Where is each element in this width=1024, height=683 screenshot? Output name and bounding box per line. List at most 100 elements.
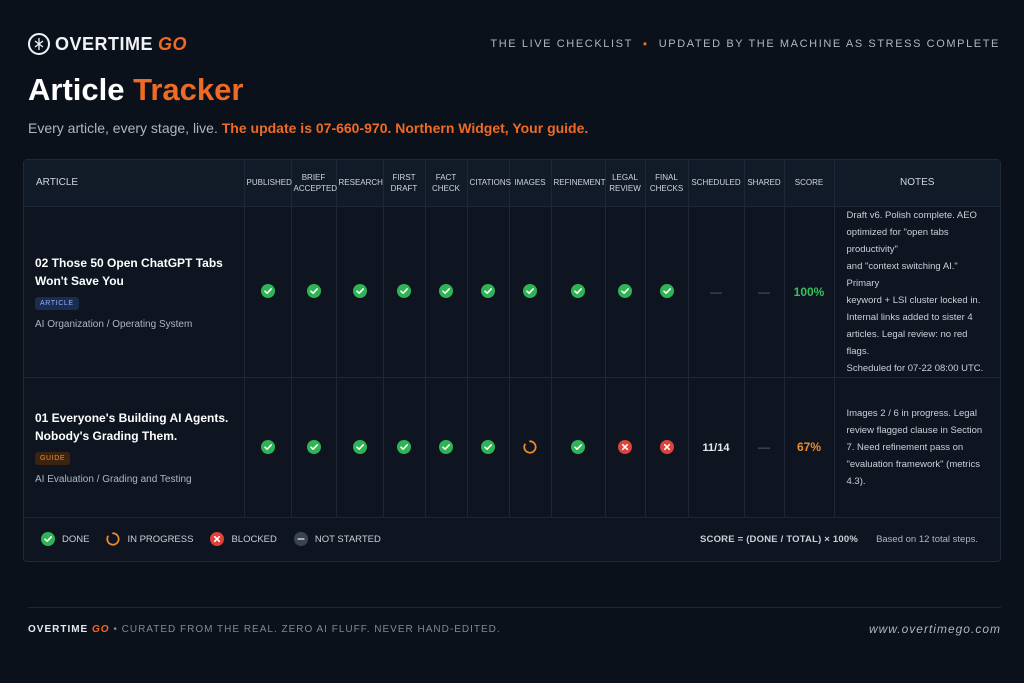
col-header-published[interactable]: PUBLISHED xyxy=(244,160,292,207)
col-header-brief-accepted[interactable]: BRIEF ACCEPTED xyxy=(291,160,337,207)
status-cell-research xyxy=(336,377,384,518)
shared-cell: — xyxy=(744,377,785,518)
col-header-research[interactable]: RESEARCH xyxy=(336,160,384,207)
scheduled-cell: — xyxy=(688,206,745,378)
brand-name: OVERTIME GO xyxy=(55,33,188,54)
check-circle-icon xyxy=(571,284,585,299)
table-row[interactable]: 01 Everyone's Building AI Agents. Nobody… xyxy=(24,377,1000,518)
x-circle-icon xyxy=(210,532,225,546)
check-circle-icon xyxy=(41,532,55,546)
brand-logo[interactable]: OVERTIME GO xyxy=(28,33,187,55)
score-cell: 67% xyxy=(784,377,835,518)
shared-value: — xyxy=(758,440,770,454)
col-header-score[interactable]: SCORE xyxy=(784,160,835,207)
status-cell-legal-review xyxy=(605,377,646,518)
check-circle-icon xyxy=(352,284,367,299)
shared-cell: — xyxy=(744,206,785,378)
col-header-fact-check[interactable]: FACT CHECK xyxy=(425,160,468,207)
status-cell-brief-accepted xyxy=(291,377,337,518)
legend-item-done: DONE xyxy=(41,532,89,546)
status-cell-final-checks xyxy=(645,377,689,518)
table-header-row: ARTICLE PUBLISHED BRIEF ACCEPTED RESEARCH… xyxy=(24,160,1000,207)
col-header-article[interactable]: ARTICLE xyxy=(24,160,245,207)
col-header-images[interactable]: IMAGES xyxy=(509,160,552,207)
legend-item-blocked: BLOCKED xyxy=(210,532,277,546)
status-cell-fact-check xyxy=(425,206,468,378)
article-path: AI Organization / Operating System xyxy=(35,318,193,330)
article-title[interactable]: 01 Everyone's Building AI Agents. Nobody… xyxy=(35,409,234,445)
status-cell-citations xyxy=(467,206,510,378)
page-subtitle: Every article, every stage, live. The up… xyxy=(28,120,589,136)
tagline-separator: • xyxy=(642,37,649,51)
status-cell-published xyxy=(244,377,292,518)
status-cell-final-checks xyxy=(645,206,689,378)
article-title[interactable]: 02 Those 50 Open ChatGPT Tabs Won't Save… xyxy=(35,254,234,290)
table-row[interactable]: 02 Those 50 Open ChatGPT Tabs Won't Save… xyxy=(24,206,1000,378)
score-cell: 100% xyxy=(784,206,835,378)
check-circle-icon xyxy=(618,284,632,299)
col-header-notes[interactable]: NOTES xyxy=(834,160,1000,207)
check-circle-icon xyxy=(523,284,537,299)
footer: OVERTIME GO • CURATED FROM THE REAL. ZER… xyxy=(28,622,1001,636)
col-header-scheduled[interactable]: SCHEDULED xyxy=(688,160,745,207)
brand-mark-icon xyxy=(28,33,50,55)
tracker-panel: ARTICLE PUBLISHED BRIEF ACCEPTED RESEARCH… xyxy=(23,159,1001,562)
check-circle-icon xyxy=(439,439,453,454)
col-header-shared[interactable]: SHARED xyxy=(744,160,785,207)
x-circle-icon xyxy=(659,439,674,454)
subtitle-highlight: The update is 07-660-970. Northern Widge… xyxy=(221,120,589,136)
tagline-right: UPDATED BY THE MACHINE AS STRESS COMPLET… xyxy=(658,38,1000,50)
col-header-legal-review[interactable]: LEGAL REVIEW xyxy=(605,160,646,207)
progress-ring-icon xyxy=(523,440,537,454)
col-header-first-draft[interactable]: FIRST DRAFT xyxy=(383,160,426,207)
status-cell-published xyxy=(244,206,292,378)
scheduled-cell: 11/14 xyxy=(688,377,745,518)
progress-ring-icon xyxy=(106,532,120,546)
footer-credit: OVERTIME GO • CURATED FROM THE REAL. ZER… xyxy=(28,624,501,635)
check-circle-icon xyxy=(571,439,585,454)
minus-circle-icon xyxy=(293,532,308,546)
top-bar: OVERTIME GO THE LIVE CHECKLIST • UPDATED … xyxy=(28,30,1000,58)
status-cell-refinement xyxy=(551,206,606,378)
check-circle-icon xyxy=(659,284,674,299)
score-value: 100% xyxy=(793,284,825,299)
status-cell-brief-accepted xyxy=(291,206,337,378)
check-circle-icon xyxy=(260,284,275,299)
col-header-citations[interactable]: CITATIONS xyxy=(467,160,511,207)
tagline-left: THE LIVE CHECKLIST xyxy=(490,38,633,50)
page-title: Article Tracker xyxy=(28,72,244,107)
check-circle-icon xyxy=(260,439,275,454)
scheduled-value: — xyxy=(710,284,722,299)
status-legend: DONE IN PROGRESS BLOCKED NOT STARTED SCO… xyxy=(24,516,1000,562)
status-cell-legal-review xyxy=(605,206,646,378)
legend-item-not-started: NOT STARTED xyxy=(293,532,381,546)
check-circle-icon xyxy=(306,439,321,454)
footer-url-link[interactable]: www.overtimego.com xyxy=(869,622,1001,636)
col-header-final-checks[interactable]: FINAL CHECKS xyxy=(645,160,689,207)
article-cell: 01 Everyone's Building AI Agents. Nobody… xyxy=(24,377,245,518)
article-cell: 02 Those 50 Open ChatGPT Tabs Won't Save… xyxy=(24,206,245,378)
status-cell-research xyxy=(336,206,384,378)
footer-text: • CURATED FROM THE REAL. ZERO AI FLUFF. … xyxy=(113,623,501,635)
scheduled-value: 11/14 xyxy=(702,442,730,454)
status-cell-fact-check xyxy=(425,377,468,518)
status-cell-images xyxy=(509,377,552,518)
shared-value: — xyxy=(758,284,770,299)
status-cell-first-draft xyxy=(383,377,426,518)
article-type-badge: GUIDE xyxy=(35,452,71,465)
status-cell-images xyxy=(509,206,552,378)
status-cell-refinement xyxy=(551,377,606,518)
status-cell-first-draft xyxy=(383,206,426,378)
check-circle-icon xyxy=(481,284,495,299)
check-circle-icon xyxy=(481,439,495,454)
footer-brand[interactable]: OVERTIME GO xyxy=(28,624,110,635)
col-header-refinement[interactable]: REFINEMENT xyxy=(551,160,606,207)
check-circle-icon xyxy=(306,284,321,299)
check-circle-icon xyxy=(397,284,411,299)
status-cell-citations xyxy=(467,377,510,518)
tracker-table: ARTICLE PUBLISHED BRIEF ACCEPTED RESEARCH… xyxy=(24,160,1000,518)
check-circle-icon xyxy=(352,439,367,454)
x-circle-icon xyxy=(618,439,632,454)
article-path: AI Evaluation / Grading and Testing xyxy=(35,474,192,485)
score-value: 67% xyxy=(796,440,822,454)
